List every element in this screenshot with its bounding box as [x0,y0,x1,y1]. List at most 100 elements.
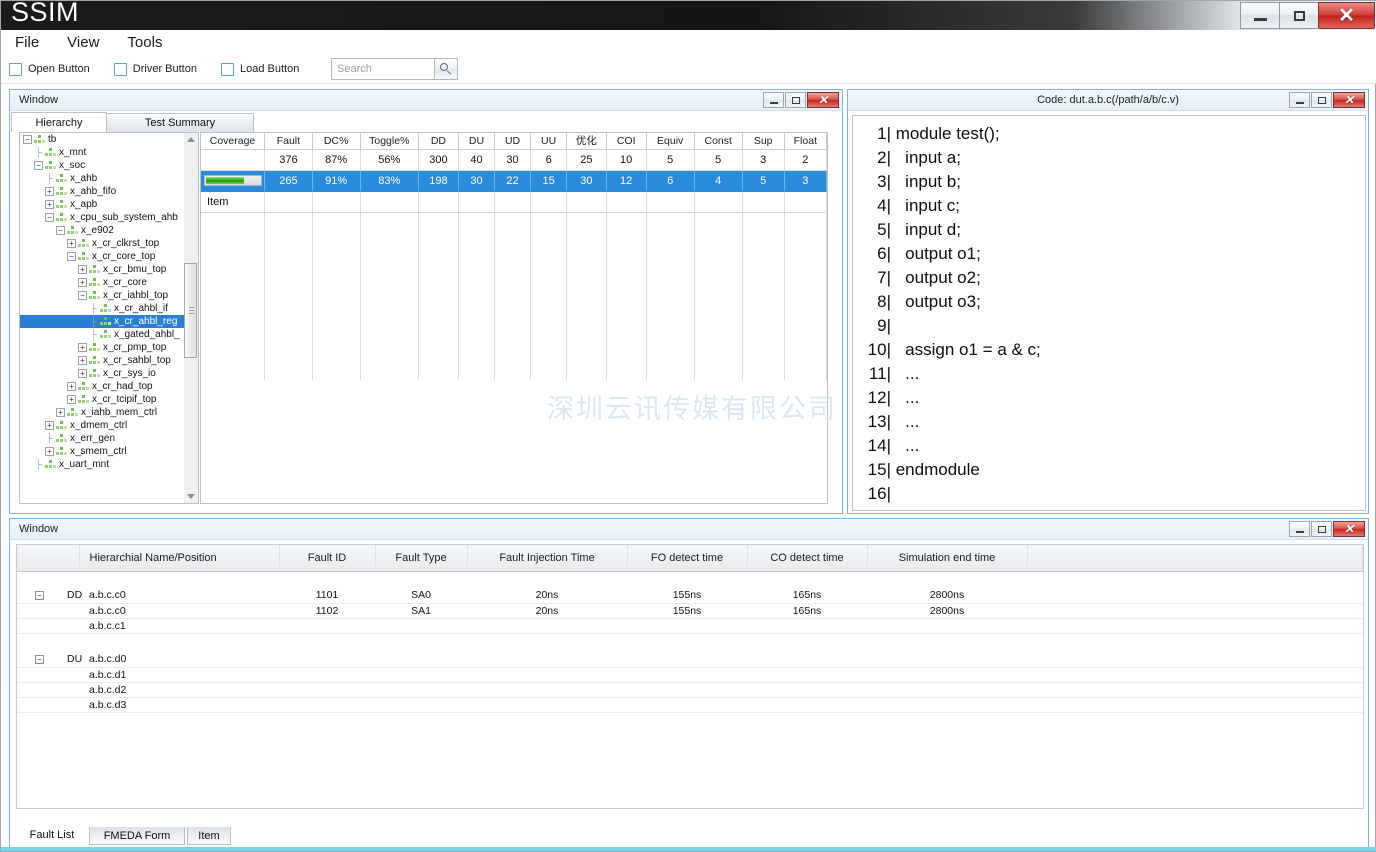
close-button[interactable]: ✕ [1318,2,1375,29]
fault-table-row[interactable]: a.b.c.c01102SA120ns155ns165ns2800ns [17,603,1363,618]
panel-maximize-button[interactable] [785,92,806,108]
fault-column-header[interactable] [17,545,79,571]
tree-node[interactable]: +x_smem_ctrl [20,445,184,458]
collapse-icon[interactable]: − [35,591,44,600]
fault-group-cell[interactable] [17,603,79,618]
tab-fault-list[interactable]: Fault List [17,826,87,845]
expand-icon[interactable]: + [78,265,87,274]
menu-item-tools[interactable]: Tools [113,30,176,55]
tree-node[interactable]: −x_e902 [20,224,184,237]
summary-column-header[interactable]: Const [694,133,742,149]
minimize-button[interactable] [1240,2,1279,29]
fault-table-row[interactable]: a.b.c.d3 [17,697,1363,712]
search-button[interactable] [435,58,458,80]
panel-close-button[interactable]: ✕ [1333,92,1365,108]
panel-maximize-button[interactable] [1311,521,1332,537]
tree-node[interactable]: −tb [20,133,184,146]
tree-node[interactable]: −x_cr_iahbl_top [20,289,184,302]
hierarchy-tree-scrollbar[interactable] [184,132,199,504]
expand-icon[interactable]: + [56,408,65,417]
panel-minimize-button[interactable] [763,92,784,108]
panel-minimize-button[interactable] [1289,92,1310,108]
fault-table-container[interactable]: Hierarchial Name/PositionFault IDFault T… [16,544,1364,809]
tree-node[interactable]: +x_cr_sahbl_top [20,354,184,367]
expand-icon[interactable]: + [67,239,76,248]
scroll-up-button[interactable] [184,133,197,146]
expand-icon[interactable]: + [45,421,54,430]
summary-table-row[interactable]: 37687%56%3004030625105532 [201,149,827,170]
hierarchy-tree[interactable]: −tb├x_mnt−x_soc├x_ahb+x_ahb_fifo+x_apb−x… [19,132,184,504]
summary-column-header[interactable]: UU [531,133,567,149]
collapse-icon[interactable]: − [56,226,65,235]
tree-node[interactable]: +x_cr_had_top [20,380,184,393]
summary-column-header[interactable]: DC% [312,133,360,149]
collapse-icon[interactable]: − [45,213,54,222]
tree-node[interactable]: +x_cr_tcipif_top [20,393,184,406]
summary-column-header[interactable]: COI [606,133,646,149]
maximize-button[interactable] [1279,2,1318,29]
scrollbar-thumb[interactable] [184,263,197,358]
summary-column-header[interactable]: Equiv [646,133,694,149]
tree-node[interactable]: ├x_cr_ahbl_if [20,302,184,315]
tab-hierarchy[interactable]: Hierarchy [11,112,107,132]
panel-minimize-button[interactable] [1289,521,1310,537]
open-button-checkbox[interactable]: Open Button [9,63,106,76]
fault-column-header[interactable]: Simulation end time [867,545,1027,571]
tree-node[interactable]: +x_cr_sys_io [20,367,184,380]
menu-item-file[interactable]: File [1,30,53,55]
fault-column-header[interactable]: Hierarchial Name/Position [79,545,279,571]
tree-node[interactable]: −x_soc [20,159,184,172]
tree-node[interactable]: ├x_gated_ahbl_ [20,328,184,341]
fault-column-header[interactable]: Fault ID [279,545,375,571]
fault-table-row[interactable]: a.b.c.d2 [17,682,1363,697]
fault-table-row[interactable]: a.b.c.c1 [17,618,1363,633]
collapse-icon[interactable]: − [34,161,43,170]
fault-group-cell[interactable] [17,682,79,697]
summary-column-header[interactable]: Coverage [201,133,265,149]
collapse-icon[interactable]: − [23,135,32,144]
tree-node[interactable]: −x_cpu_sub_system_ahb [20,211,184,224]
fault-table-row[interactable]: −DDa.b.c.c01101SA020ns155ns165ns2800ns [17,588,1363,603]
summary-column-header[interactable]: 优化 [567,133,606,149]
fault-group-cell[interactable]: −DD [17,588,79,603]
tree-node[interactable]: ├x_uart_mnt [20,458,184,471]
collapse-icon[interactable]: − [78,291,87,300]
search-input[interactable] [332,60,412,78]
load-button-checkbox[interactable]: Load Button [221,63,315,76]
expand-icon[interactable]: + [45,447,54,456]
summary-column-header[interactable]: Fault [265,133,313,149]
tree-node[interactable]: +x_iahb_mem_ctrl [20,406,184,419]
panel-maximize-button[interactable] [1311,92,1332,108]
summary-column-header[interactable]: Toggle% [360,133,418,149]
expand-icon[interactable]: + [78,356,87,365]
collapse-icon[interactable]: − [67,252,76,261]
fault-group-cell[interactable]: −DU [17,652,79,667]
driver-button-checkbox[interactable]: Driver Button [114,63,213,76]
tree-node[interactable]: +x_cr_clkrst_top [20,237,184,250]
summary-table-container[interactable]: CoverageFaultDC%Toggle%DDDUUDUU优化COIEqui… [200,132,828,504]
expand-icon[interactable]: + [45,187,54,196]
tab-item[interactable]: Item [187,827,231,845]
scroll-down-button[interactable] [184,490,197,503]
summary-column-header[interactable]: Sup [742,133,784,149]
fault-column-header[interactable]: CO detect time [747,545,867,571]
fault-group-cell[interactable] [17,618,79,633]
code-editor[interactable]: 1| module test();2| input a;3| input b;4… [852,115,1366,511]
fault-group-cell[interactable] [17,667,79,682]
expand-icon[interactable]: + [78,343,87,352]
fault-table-row[interactable]: a.b.c.d1 [17,667,1363,682]
tree-node[interactable]: −x_cr_core_top [20,250,184,263]
expand-icon[interactable]: + [78,369,87,378]
fault-column-header[interactable]: Fault Injection Time [467,545,627,571]
summary-table-row[interactable]: 26591%83%19830221530126453 [201,170,827,191]
summary-column-header[interactable]: DU [458,133,494,149]
fault-table-row[interactable]: −DUa.b.c.d0 [17,652,1363,667]
summary-column-header[interactable]: DD [418,133,458,149]
fault-column-header[interactable]: Fault Type [375,545,467,571]
collapse-icon[interactable]: − [35,655,44,664]
expand-icon[interactable]: + [67,395,76,404]
expand-icon[interactable]: + [67,382,76,391]
tab-test-summary[interactable]: Test Summary [106,113,254,132]
tree-node[interactable]: ├x_cr_ahbl_reg [20,315,184,328]
tab-fmeda-form[interactable]: FMEDA Form [89,827,185,845]
